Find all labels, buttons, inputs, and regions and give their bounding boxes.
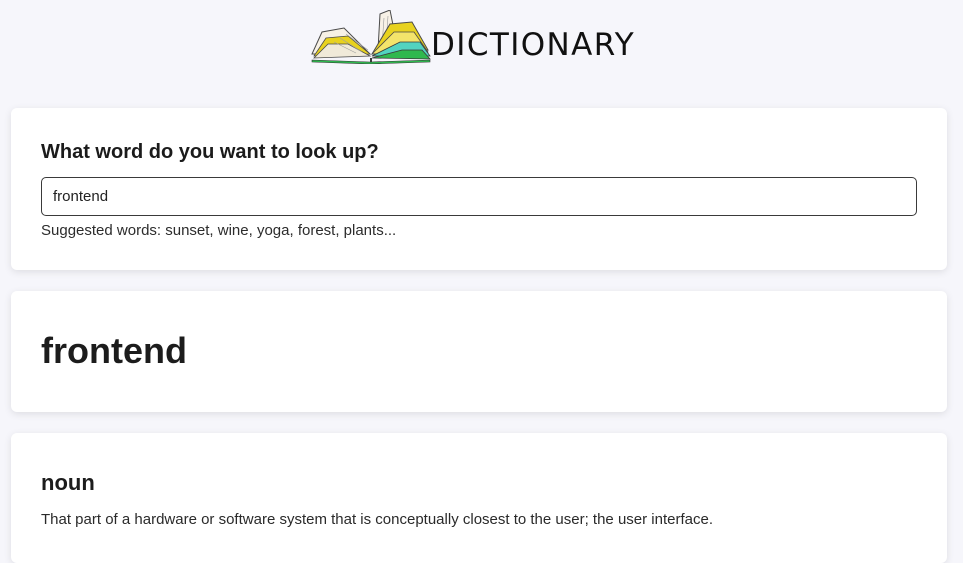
- site-header: DICTIONARY: [0, 0, 963, 90]
- suggested-words: Suggested words: sunset, wine, yoga, for…: [41, 222, 397, 239]
- search-prompt: What word do you want to look up?: [41, 141, 379, 163]
- part-of-speech: noun: [41, 470, 95, 495]
- word-title: frontend: [41, 330, 187, 371]
- open-book-icon: [311, 10, 431, 64]
- definition-text: That part of a hardware or software syst…: [41, 511, 713, 528]
- search-input[interactable]: [41, 177, 917, 216]
- site-title: DICTIONARY: [431, 27, 636, 63]
- word-card: frontend: [11, 291, 947, 412]
- search-card: What word do you want to look up? Sugges…: [11, 108, 947, 270]
